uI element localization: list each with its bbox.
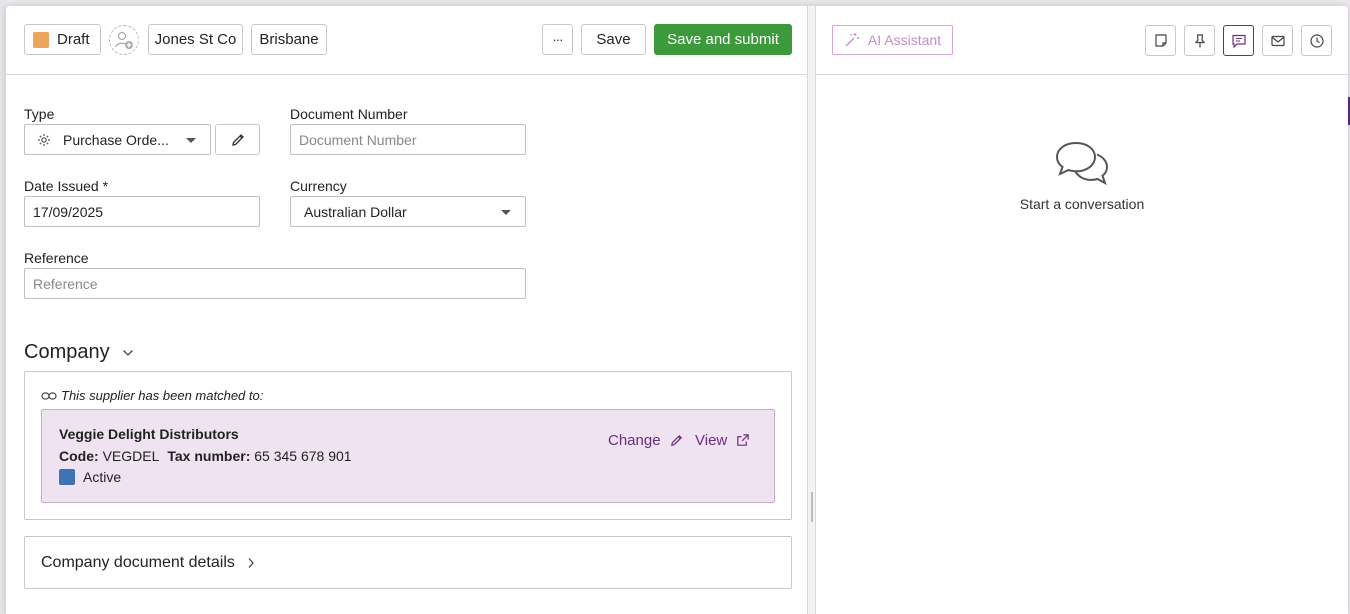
notes-tab[interactable]	[1145, 25, 1176, 56]
chevron-down-icon	[122, 349, 133, 356]
change-label: Change	[608, 432, 661, 449]
matched-text: This supplier has been matched to:	[61, 388, 264, 403]
matched-notice: This supplier has been matched to:	[41, 388, 263, 403]
edit-type-button[interactable]	[215, 124, 260, 155]
view-label: View	[695, 432, 728, 449]
company-section-toggle[interactable]: Company	[24, 341, 134, 364]
supplier-status-text: Active	[83, 469, 122, 485]
tag-location-label: Brisbane	[259, 31, 319, 48]
pin-tab[interactable]	[1184, 25, 1215, 56]
chat-icon	[1231, 34, 1246, 48]
document-number-label: Document Number	[290, 106, 408, 122]
date-issued-value: 17/09/2025	[33, 203, 104, 220]
history-tab[interactable]	[1301, 25, 1332, 56]
document-form-pane: Draft Jones St Co Brisbane ··· Save Save…	[6, 6, 808, 614]
mail-icon	[1270, 35, 1285, 46]
magic-wand-icon	[845, 33, 859, 47]
document-header: Draft Jones St Co Brisbane ··· Save Save…	[6, 6, 808, 75]
pencil-icon	[231, 133, 244, 146]
add-user-icon	[115, 31, 133, 49]
tax-label: Tax number:	[167, 448, 251, 464]
document-modal: Draft Jones St Co Brisbane ··· Save Save…	[6, 6, 1348, 614]
side-panel-header: AI Assistant	[816, 6, 1348, 75]
status-swatch	[33, 31, 49, 48]
supplier-meta: Code: VEGDEL Tax number: 65 345 678 901	[59, 448, 352, 464]
save-button-label: Save	[596, 31, 631, 48]
date-issued-input[interactable]: 17/09/2025	[24, 196, 260, 227]
status-button[interactable]: Draft	[24, 24, 101, 55]
more-options-icon: ···	[552, 32, 564, 47]
chat-tab[interactable]	[1223, 25, 1254, 56]
ai-assistant-button[interactable]: AI Assistant	[832, 25, 953, 55]
save-button[interactable]: Save	[581, 24, 646, 55]
reference-placeholder: Reference	[33, 275, 98, 292]
note-icon	[1154, 33, 1167, 47]
reference-input[interactable]: Reference	[24, 268, 526, 299]
link-icon	[41, 391, 57, 400]
status-label: Draft	[57, 31, 90, 48]
tax-value: 65 345 678 901	[254, 448, 352, 464]
view-supplier-link[interactable]: View	[695, 432, 750, 449]
company-document-details-toggle[interactable]: Company document details	[24, 536, 792, 589]
more-options-button[interactable]: ···	[542, 24, 573, 55]
company-document-details-label: Company document details	[41, 553, 235, 571]
chevron-right-icon	[248, 557, 254, 568]
document-number-input[interactable]: Document Number	[290, 124, 526, 155]
currency-label: Currency	[290, 178, 347, 194]
external-link-icon	[737, 434, 749, 446]
type-value: Purchase Orde...	[63, 131, 169, 148]
tag-location[interactable]: Brisbane	[251, 24, 327, 55]
change-supplier-button[interactable]: Change	[608, 432, 684, 449]
gear-icon	[38, 133, 50, 146]
tag-company-label: Jones St Co	[154, 31, 237, 48]
mail-tab[interactable]	[1262, 25, 1293, 56]
save-and-submit-button[interactable]: Save and submit	[654, 24, 792, 55]
reference-label: Reference	[24, 250, 89, 266]
currency-value: Australian Dollar	[304, 203, 407, 220]
company-section-title: Company	[24, 341, 110, 363]
history-icon	[1309, 33, 1324, 48]
code-value: VEGDEL	[102, 448, 160, 464]
company-match-panel: This supplier has been matched to: Veggi…	[24, 371, 792, 520]
side-panel: AI Assistant Start a conversation	[816, 6, 1348, 614]
chevron-down-icon	[501, 210, 511, 215]
supplier-name: Veggie Delight Distributors	[59, 426, 239, 442]
conversation-icon	[1055, 141, 1109, 186]
save-and-submit-label: Save and submit	[667, 31, 779, 48]
ai-assistant-label: AI Assistant	[867, 32, 942, 48]
type-label: Type	[24, 106, 55, 122]
chevron-down-icon	[186, 138, 196, 143]
date-issued-label: Date Issued *	[24, 178, 109, 194]
empty-conversation-illustration	[816, 140, 1348, 189]
currency-select[interactable]: Australian Dollar	[290, 196, 526, 227]
matched-supplier-card: Veggie Delight Distributors Code: VEGDEL…	[41, 409, 775, 503]
empty-conversation-text: Start a conversation	[1019, 196, 1145, 212]
pin-icon	[1194, 33, 1205, 47]
active-status-swatch	[59, 469, 75, 485]
type-select[interactable]: Purchase Orde...	[24, 124, 211, 155]
pane-splitter[interactable]	[808, 6, 816, 614]
add-assignee-button[interactable]	[109, 25, 139, 55]
pencil-icon	[670, 434, 682, 446]
tag-company[interactable]: Jones St Co	[148, 24, 243, 55]
document-number-placeholder: Document Number	[299, 131, 417, 148]
supplier-status: Active	[59, 469, 121, 485]
code-label: Code:	[59, 448, 99, 464]
splitter-grip-icon[interactable]	[811, 492, 813, 522]
